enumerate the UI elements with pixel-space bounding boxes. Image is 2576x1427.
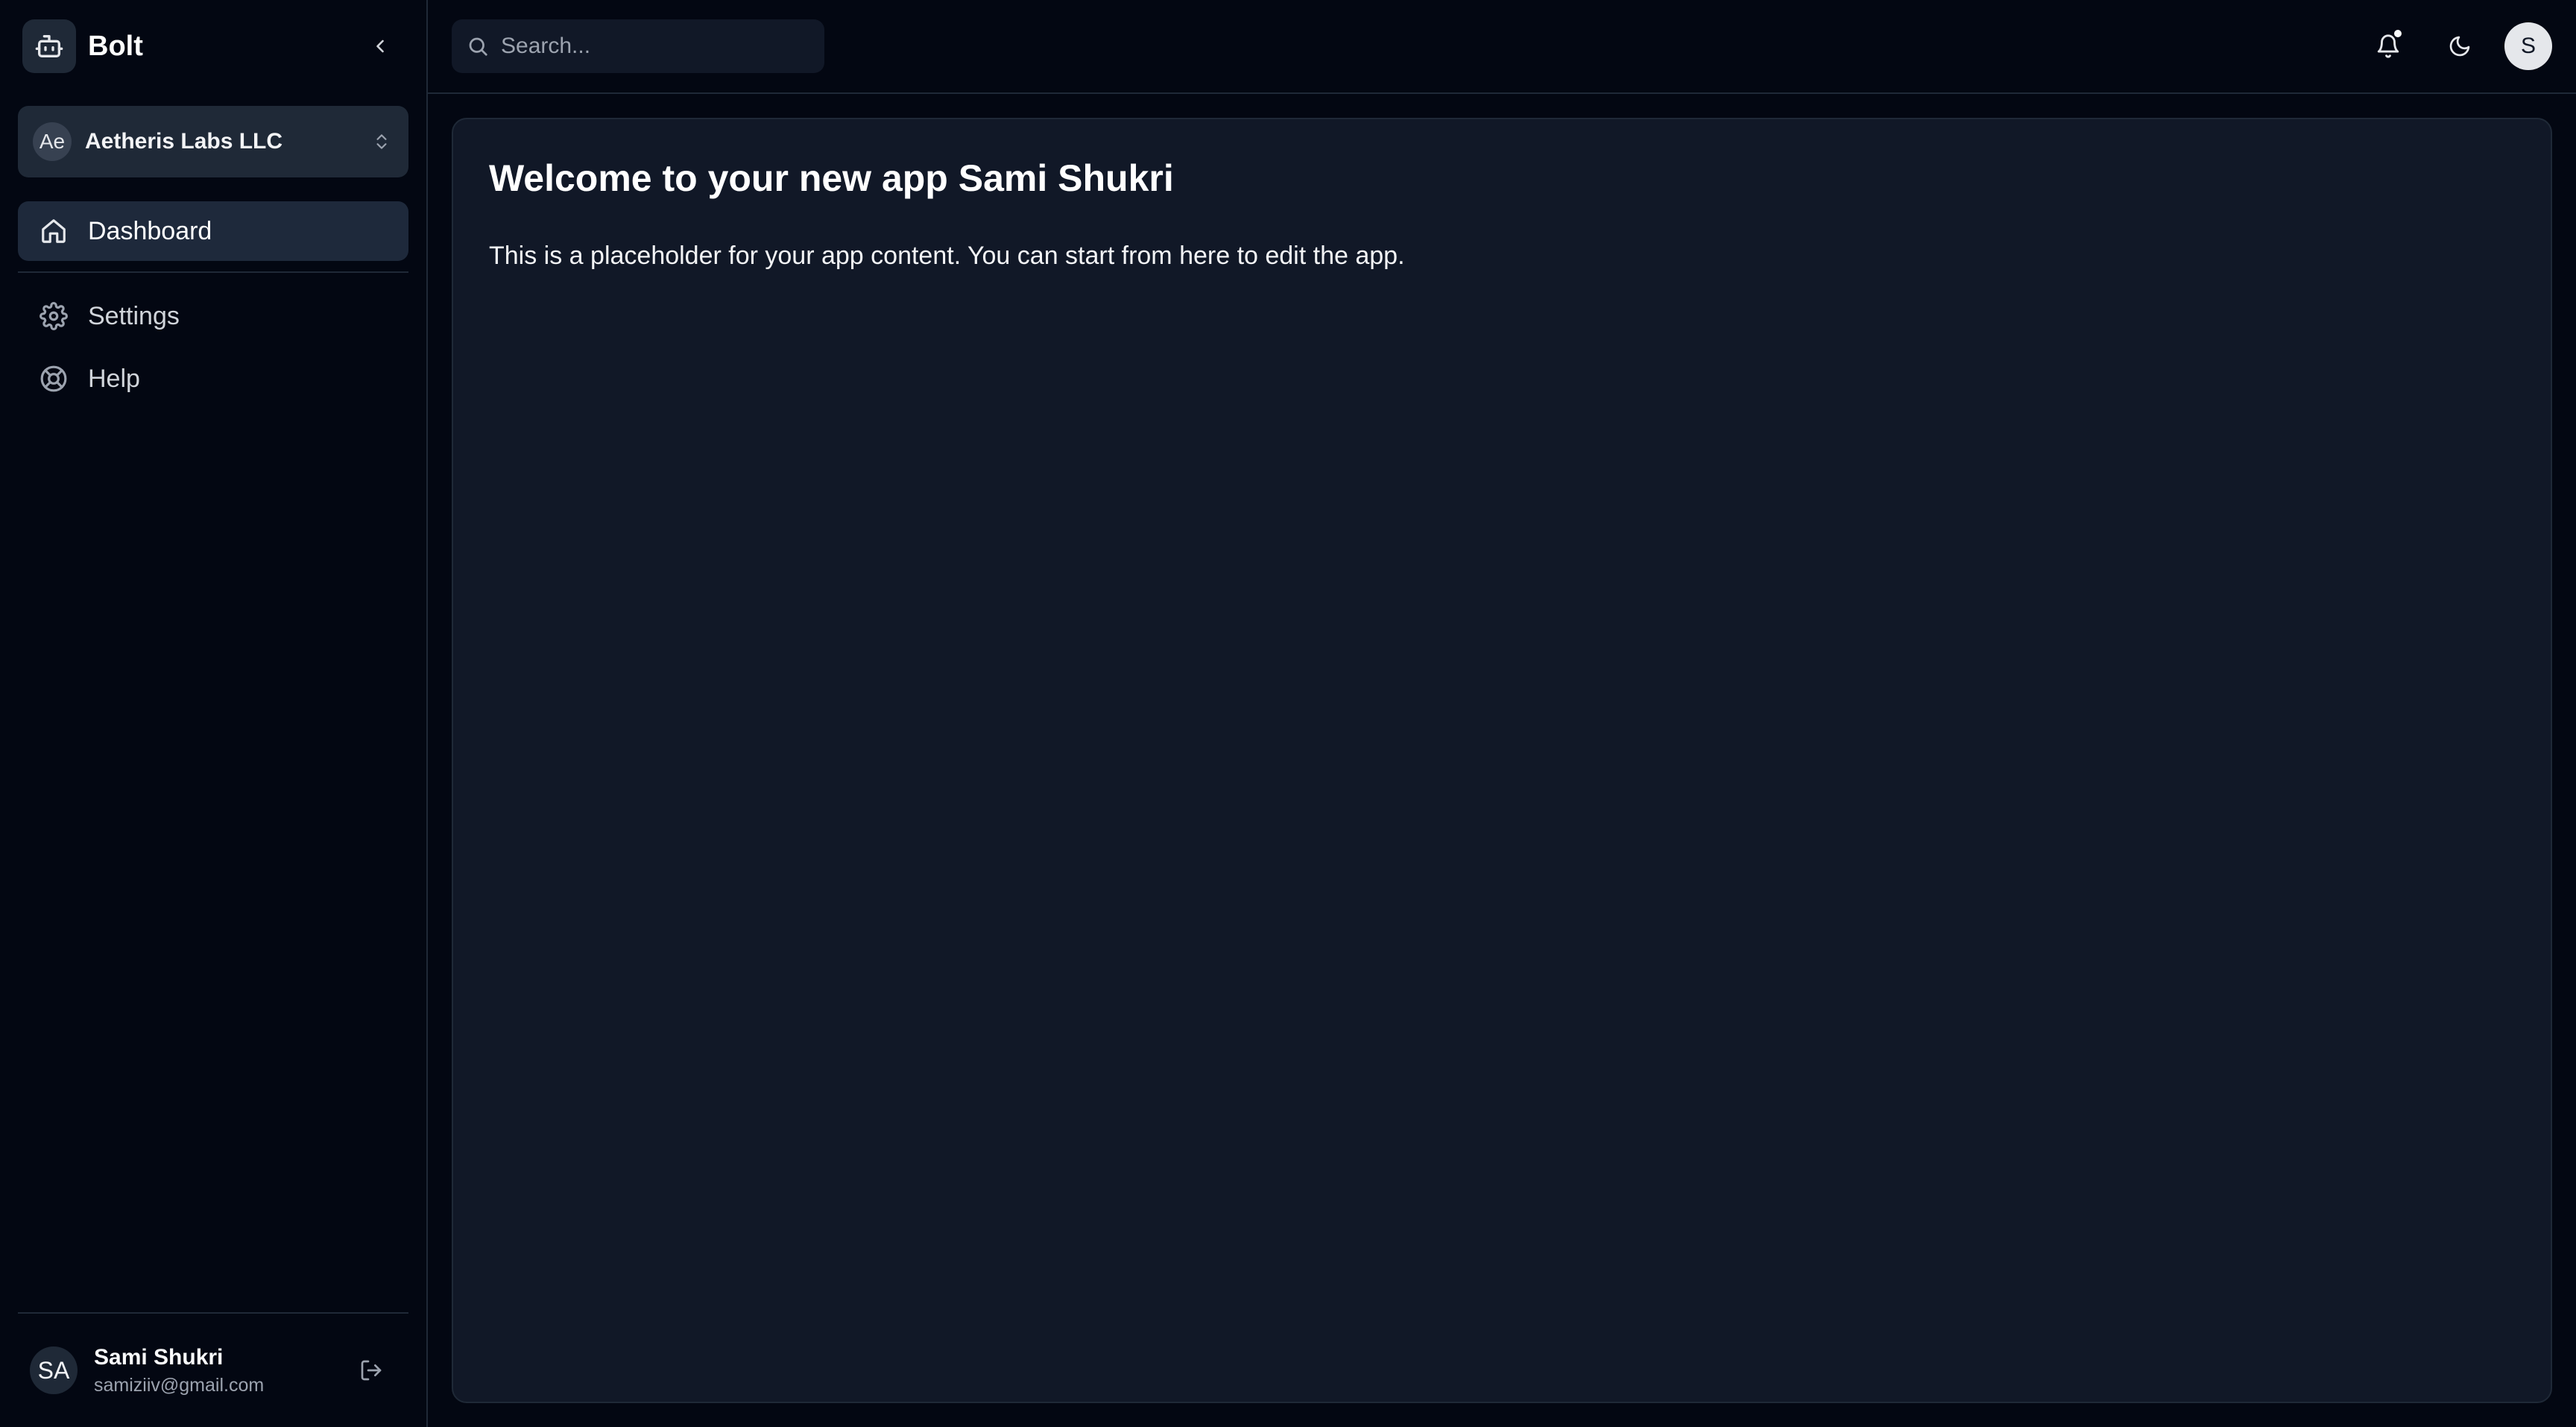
notification-dot [2393, 28, 2403, 39]
user-name: Sami Shukri [94, 1344, 224, 1370]
moon-icon [2449, 36, 2470, 57]
sidebar-item-label: Dashboard [88, 216, 212, 245]
sidebar-item-label: Help [88, 364, 140, 393]
chevrons-up-down-icon [370, 127, 394, 157]
top-actions: S [2364, 22, 2552, 70]
logout-icon [361, 1360, 382, 1381]
brand-name: Bolt [88, 30, 143, 62]
main-area: S Welcome to your new app Sami Shukri Th… [428, 0, 2576, 1427]
content-area: Welcome to your new app Sami Shukri This… [428, 94, 2576, 1427]
user-info: Sami Shukri samiziiv@gmail.com [94, 1345, 353, 1396]
org-switcher[interactable]: Ae Aetheris Labs LLC [18, 106, 408, 177]
collapse-sidebar-button[interactable] [364, 30, 397, 63]
sidebar-item-dashboard[interactable]: Dashboard [18, 201, 408, 261]
search-icon [469, 37, 487, 56]
search-box[interactable] [452, 19, 824, 73]
org-initials: Ae [39, 130, 66, 153]
brand-header: Bolt [0, 0, 426, 92]
profile-initial: S [2520, 34, 2536, 58]
chevron-left-icon [376, 40, 384, 53]
gear-icon [39, 301, 69, 331]
sidebar-item-settings[interactable]: Settings [18, 286, 408, 346]
sidebar-item-label: Settings [88, 301, 180, 330]
topbar: S [428, 0, 2576, 94]
placeholder-text: This is a placeholder for your app conte… [489, 242, 1405, 270]
home-icon [39, 216, 69, 246]
sidebar-nav: Dashboard Settings Help [0, 201, 426, 412]
search-input[interactable] [501, 34, 799, 59]
org-name: Aetheris Labs LLC [85, 129, 283, 154]
user-initials: SA [37, 1356, 70, 1384]
org-avatar: Ae [33, 122, 72, 161]
app-shell: Bolt Ae Aetheris Labs LLC Dashboard Sett… [0, 0, 2576, 1427]
sidebar-item-help[interactable]: Help [18, 349, 408, 409]
notifications-button[interactable] [2364, 22, 2412, 70]
page-title: Welcome to your new app Sami Shukri [489, 157, 1174, 199]
profile-avatar-button[interactable]: S [2504, 22, 2552, 70]
bot-icon [22, 19, 76, 73]
user-footer: SA Sami Shukri samiziiv@gmail.com [18, 1312, 408, 1427]
nav-divider [18, 271, 408, 273]
lifebuoy-icon [39, 364, 69, 394]
welcome-card: Welcome to your new app Sami Shukri This… [452, 118, 2552, 1403]
user-email: samiziiv@gmail.com [94, 1374, 265, 1396]
logout-button[interactable] [353, 1352, 389, 1388]
avatar[interactable]: SA [30, 1346, 78, 1394]
sidebar: Bolt Ae Aetheris Labs LLC Dashboard Sett… [0, 0, 428, 1427]
theme-toggle-button[interactable] [2436, 22, 2484, 70]
